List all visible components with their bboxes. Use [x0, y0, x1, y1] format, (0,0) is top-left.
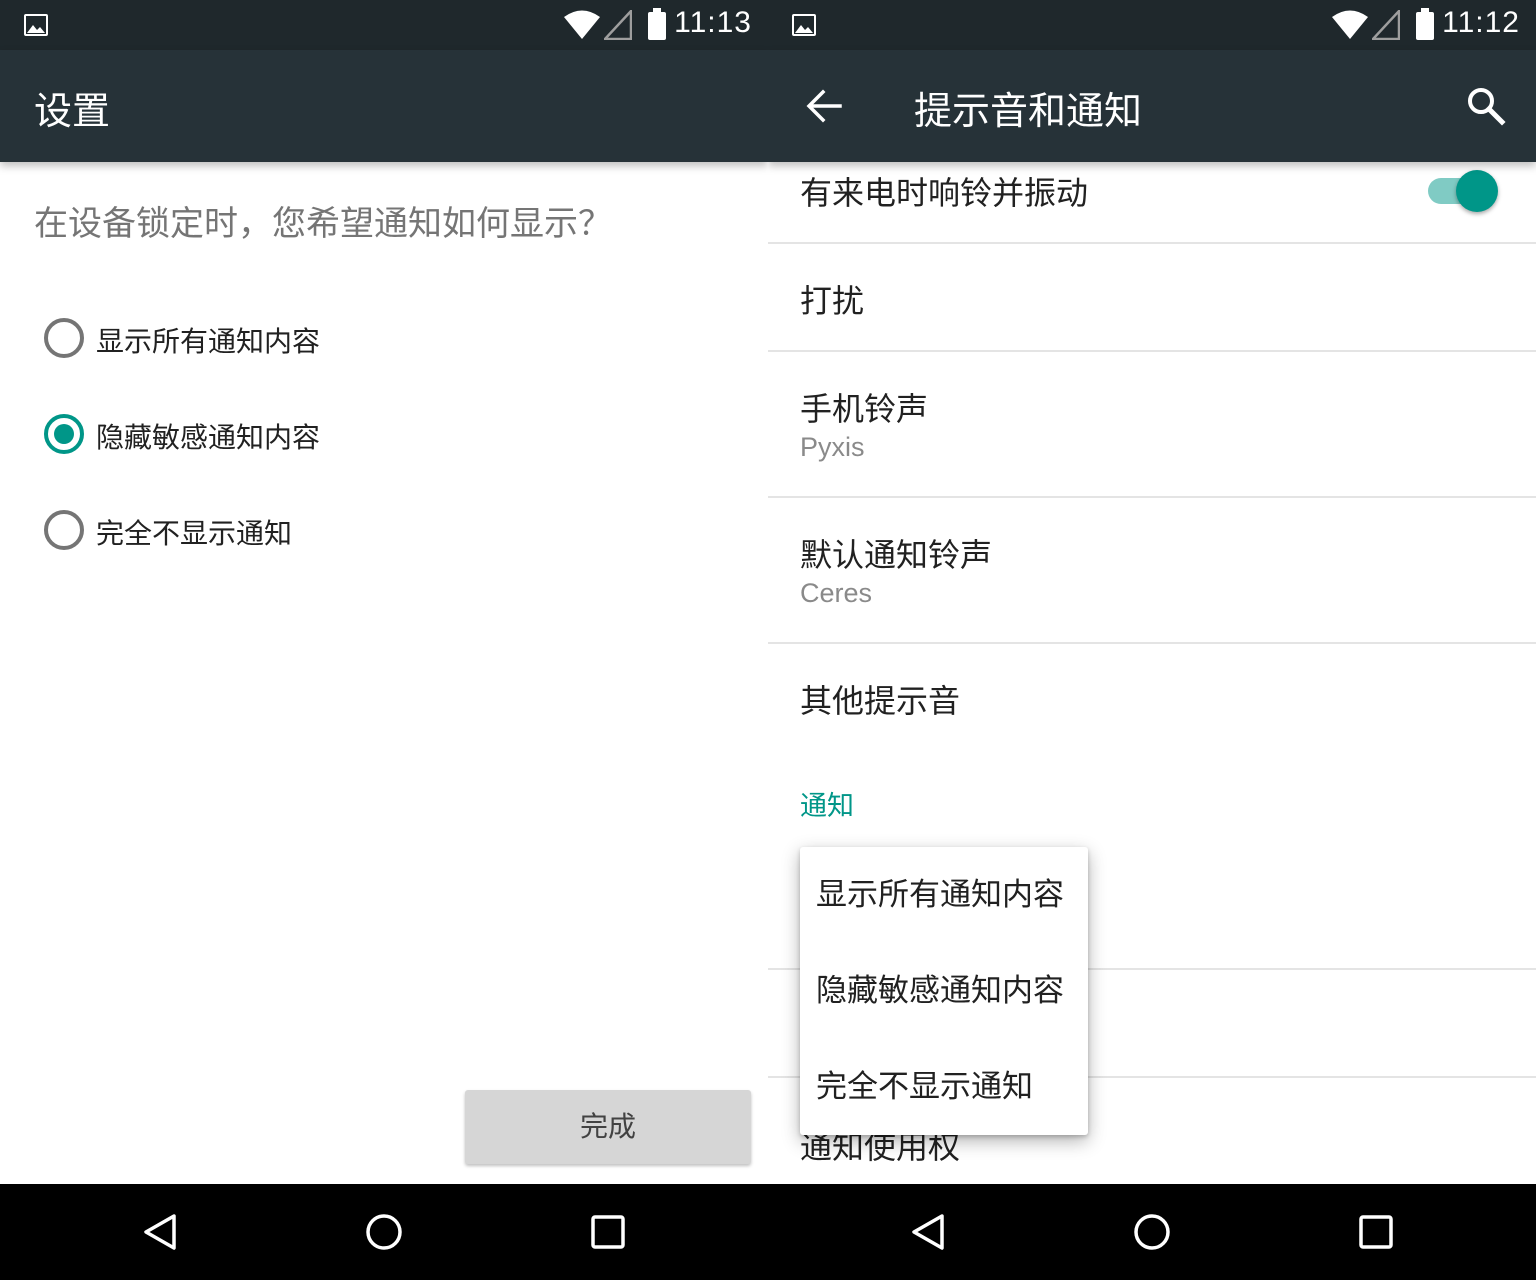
sound-and-notification-screen: 11:12 提示音和通知 有来电时响铃并振动 打扰 手机铃声 Pyxis 默认通… [768, 0, 1536, 1280]
search-icon[interactable] [1464, 84, 1508, 128]
lockscreen-notification-setup-screen: 11:13 设置 在设备锁定时，您希望通知如何显示？ 显示所有通知内容 隐藏敏感… [0, 0, 768, 1280]
setting-label: 默认通知铃声 [800, 536, 993, 574]
setting-summary: Ceres [800, 578, 873, 608]
toolbar: 设置 [0, 50, 768, 162]
image-notification-icon [24, 14, 48, 36]
image-notification-icon [792, 14, 816, 36]
nav-home-icon[interactable] [1132, 1212, 1172, 1252]
radio-button-unchecked[interactable] [44, 318, 84, 358]
settings-list: 有来电时响铃并振动 打扰 手机铃声 Pyxis 默认通知铃声 Ceres 其他提… [768, 162, 1536, 1184]
cell-signal-icon [604, 10, 632, 40]
menu-item-hide-sensitive[interactable]: 隐藏敏感通知内容 [816, 943, 1088, 1039]
cell-signal-icon [1372, 10, 1400, 40]
nav-back-icon[interactable] [140, 1212, 180, 1252]
setting-phone-ringtone[interactable]: 手机铃声 Pyxis [768, 352, 1536, 498]
option-label: 隐藏敏感通知内容 [96, 421, 321, 454]
status-bar: 11:13 [0, 0, 768, 50]
lockscreen-prompt: 在设备锁定时，您希望通知如何显示？ [34, 204, 612, 244]
section-header-notifications: 通知 [800, 791, 854, 822]
status-time: 11:12 [1442, 6, 1520, 39]
setting-interruptions[interactable]: 打扰 [768, 244, 1536, 352]
done-button[interactable]: 完成 [465, 1090, 751, 1164]
setting-label: 手机铃声 [800, 390, 929, 428]
setting-other-sounds[interactable]: 其他提示音 [768, 644, 1536, 754]
toolbar: 提示音和通知 [768, 50, 1536, 162]
radio-button-unchecked[interactable] [44, 510, 84, 550]
lockscreen-visibility-popup-menu: 显示所有通知内容 隐藏敏感通知内容 完全不显示通知 [800, 847, 1088, 1135]
setting-summary: Pyxis [800, 432, 865, 462]
option-hide-sensitive[interactable]: 隐藏敏感通知内容 [44, 404, 644, 464]
switch-thumb [1456, 170, 1498, 212]
setting-label: 打扰 [800, 282, 865, 320]
nav-home-icon[interactable] [364, 1212, 404, 1252]
radio-button-checked[interactable] [44, 414, 84, 454]
option-hide-all[interactable]: 完全不显示通知 [44, 500, 644, 560]
status-time: 11:13 [674, 6, 752, 39]
option-label: 完全不显示通知 [96, 517, 293, 550]
page-title: 设置 [34, 89, 111, 133]
status-bar: 11:12 [768, 0, 1536, 50]
setting-default-notification-ringtone[interactable]: 默认通知铃声 Ceres [768, 498, 1536, 644]
setting-label: 有来电时响铃并振动 [800, 174, 1089, 212]
setting-ring-and-vibrate[interactable]: 有来电时响铃并振动 [768, 162, 1536, 244]
nav-recents-icon[interactable] [588, 1212, 628, 1252]
battery-icon [1416, 8, 1434, 40]
option-show-all[interactable]: 显示所有通知内容 [44, 308, 644, 368]
navigation-bar [768, 1184, 1536, 1280]
nav-back-icon[interactable] [908, 1212, 948, 1252]
page-title: 提示音和通知 [914, 89, 1143, 133]
wifi-icon [564, 10, 600, 39]
back-arrow-icon[interactable] [804, 86, 844, 126]
navigation-bar [0, 1184, 768, 1280]
battery-icon [648, 8, 666, 40]
nav-recents-icon[interactable] [1356, 1212, 1396, 1252]
menu-item-hide-all[interactable]: 完全不显示通知 [816, 1039, 1088, 1135]
menu-item-show-all[interactable]: 显示所有通知内容 [816, 847, 1088, 943]
wifi-icon [1332, 10, 1368, 39]
vibrate-toggle-switch[interactable] [1428, 170, 1498, 212]
option-label: 显示所有通知内容 [96, 325, 321, 358]
setting-label: 其他提示音 [800, 682, 961, 720]
